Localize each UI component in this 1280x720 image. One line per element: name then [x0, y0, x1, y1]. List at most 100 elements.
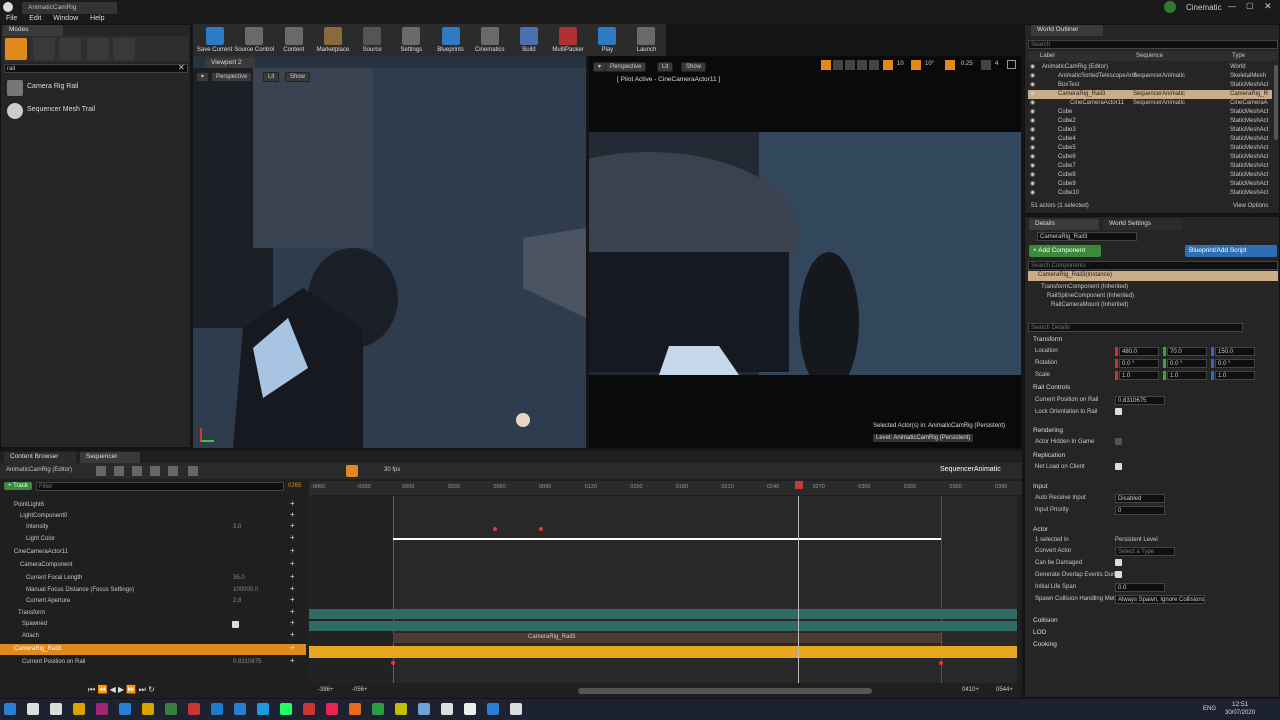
track-value[interactable]: 35.0	[233, 574, 245, 583]
outliner-row[interactable]: ◉ Cube7 StaticMeshAct	[1028, 162, 1272, 171]
outliner-row[interactable]: ◉ BoxTest StaticMeshAct	[1028, 81, 1272, 90]
clock-time[interactable]: 12:51	[1232, 701, 1248, 708]
track-value[interactable]: 0.8310675	[233, 658, 261, 667]
visibility-eye-icon[interactable]: ◉	[1030, 153, 1035, 162]
visibility-eye-icon[interactable]: ◉	[1030, 144, 1035, 153]
render-icon[interactable]	[114, 466, 124, 476]
save-icon[interactable]	[96, 466, 106, 476]
section-cooking[interactable]: Cooking	[1033, 641, 1057, 648]
taskbar-app-icon[interactable]	[73, 703, 85, 715]
viewport-left[interactable]: Viewport 2 ▾ Perspective Lit Show	[193, 56, 586, 448]
menu-edit[interactable]: Edit	[29, 15, 41, 22]
track-row[interactable]: Current Aperture 2.8 +	[0, 596, 306, 607]
camera-speed-value[interactable]: 4	[995, 61, 998, 67]
refresh-icon[interactable]	[188, 466, 198, 476]
outliner-row[interactable]: ◉ Cube6 StaticMeshAct	[1028, 153, 1272, 162]
jump-end-button[interactable]: ⏭	[139, 685, 146, 694]
snap-icon[interactable]	[346, 465, 358, 477]
visibility-eye-icon[interactable]: ◉	[1030, 180, 1035, 189]
add-key-button[interactable]: +	[290, 657, 295, 665]
playhead-line[interactable]	[798, 496, 799, 683]
vp2-show-button[interactable]: Show	[285, 72, 311, 82]
overlap-events-checkbox[interactable]	[1115, 571, 1122, 578]
add-key-button[interactable]: +	[290, 573, 295, 581]
vp1-show-button[interactable]: Show	[681, 62, 707, 72]
transform-loc-y-input[interactable]: 70.0	[1167, 347, 1207, 356]
spawned-checkbox[interactable]	[232, 621, 239, 628]
spawn-collision-select[interactable]: Always Spawn, Ignore Collisions	[1115, 595, 1205, 604]
scale-tool-icon[interactable]	[845, 60, 855, 70]
search-icon[interactable]	[132, 466, 142, 476]
jump-start-button[interactable]: ⏮	[88, 685, 95, 694]
maximize-viewport-icon[interactable]	[1007, 60, 1016, 69]
add-component-button[interactable]: + Add Component	[1029, 245, 1101, 257]
sequence-name[interactable]: AnimaticCamRig (Editor)	[6, 467, 72, 473]
hidden-in-game-checkbox[interactable]	[1115, 438, 1122, 445]
modes-search-input[interactable]: rail	[4, 64, 188, 73]
minimize-button[interactable]: —	[1228, 2, 1236, 11]
step-back-button[interactable]: ◀	[110, 685, 116, 694]
taskbar-app-icon[interactable]	[441, 703, 453, 715]
transform-tool-icon[interactable]	[821, 60, 831, 70]
net-load-checkbox[interactable]	[1115, 463, 1122, 470]
visibility-eye-icon[interactable]: ◉	[1030, 63, 1035, 72]
view-start[interactable]: -386+	[318, 687, 334, 693]
search-details-input[interactable]: Search Details	[1028, 323, 1243, 332]
landscape-mode-icon[interactable]	[59, 38, 81, 60]
component-rail-mount[interactable]: RailCameraMount (Inherited)	[1031, 301, 1134, 310]
rot-snap-value[interactable]: 10°	[925, 61, 934, 67]
track-row[interactable]: Attach +	[0, 631, 306, 642]
result-camera-rig-rail[interactable]: Camera Rig Rail	[5, 79, 189, 97]
transform-scl-x-input[interactable]: 1.0	[1119, 371, 1159, 380]
visibility-eye-icon[interactable]: ◉	[1030, 126, 1035, 135]
visibility-eye-icon[interactable]: ◉	[1030, 108, 1035, 117]
view-options-button[interactable]: View Options	[1233, 203, 1268, 209]
visibility-eye-icon[interactable]: ◉	[1030, 99, 1035, 108]
add-key-button[interactable]: +	[290, 619, 295, 627]
transform-rot-x-input[interactable]: 0.0 °	[1119, 359, 1159, 368]
actor-name-input[interactable]: CameraRig_Rail3	[1037, 232, 1137, 241]
track-row[interactable]: CineCameraActor11 +	[0, 547, 306, 558]
taskbar-app-icon[interactable]	[188, 703, 200, 715]
work-end[interactable]: 0410+	[962, 687, 979, 693]
vp1-lit-button[interactable]: Lit	[657, 62, 674, 72]
rot-snap-icon[interactable]	[911, 60, 921, 70]
taskbar-app-icon[interactable]	[487, 703, 499, 715]
outliner-row[interactable]: ◉ Cube8 StaticMeshAct	[1028, 171, 1272, 180]
transform-section[interactable]	[309, 609, 1017, 619]
transform-loc-x-input[interactable]: 480.0	[1119, 347, 1159, 356]
geometry-mode-icon[interactable]	[113, 38, 135, 60]
taskbar-app-icon[interactable]	[234, 703, 246, 715]
taskbar-app-icon[interactable]	[96, 703, 108, 715]
vp2-menu[interactable]: ▾	[196, 72, 210, 82]
life-span-input[interactable]: 0.0	[1115, 583, 1165, 592]
light-color-bar[interactable]	[393, 538, 941, 540]
rail-position-input[interactable]: 0.8310675	[1115, 396, 1165, 405]
section-transform[interactable]: Transform	[1033, 336, 1062, 343]
scale-snap-value[interactable]: 0.25	[961, 61, 973, 67]
track-row[interactable]: Light Color +	[0, 534, 306, 545]
paint-mode-icon[interactable]	[33, 38, 55, 60]
convert-actor-select[interactable]: Select a Type	[1115, 547, 1175, 556]
taskbar-app-icon[interactable]	[280, 703, 292, 715]
step-forward-button[interactable]: ⏩	[126, 685, 136, 694]
tab-world-settings[interactable]: World Settings	[1103, 219, 1183, 230]
auto-receive-select[interactable]: Disabled	[1115, 494, 1165, 503]
timeline-scrollbar[interactable]	[578, 688, 872, 694]
taskbar-app-icon[interactable]	[372, 703, 384, 715]
visibility-eye-icon[interactable]: ◉	[1030, 72, 1035, 81]
track-value[interactable]: 2.8	[233, 597, 241, 606]
search-components-input[interactable]: Search Components	[1028, 261, 1278, 270]
taskbar-app-icon[interactable]	[464, 703, 476, 715]
outliner-row[interactable]: ◉ CameraRig_Rail3 SequencerAnimatic CameraR…	[1028, 90, 1272, 99]
timeline-ruler[interactable]: -0060 -0030 0000 0030 0060 0090 0120 0150 0180 02…	[309, 481, 1022, 495]
track-row[interactable]: PointLight6 +	[0, 500, 306, 511]
visibility-eye-icon[interactable]: ◉	[1030, 171, 1035, 180]
outliner-row[interactable]: ◉ Cube4 StaticMeshAct	[1028, 135, 1272, 144]
component-rail-spline[interactable]: RailSplineComponent (Inherited)	[1031, 292, 1134, 301]
tab-world-outliner[interactable]: World Outliner	[1031, 25, 1103, 36]
transform-loc-z-input[interactable]: 150.0	[1215, 347, 1255, 356]
can-be-damaged-checkbox[interactable]	[1115, 559, 1122, 566]
taskbar-app-icon[interactable]	[142, 703, 154, 715]
outliner-search-input[interactable]: Search	[1028, 40, 1278, 49]
